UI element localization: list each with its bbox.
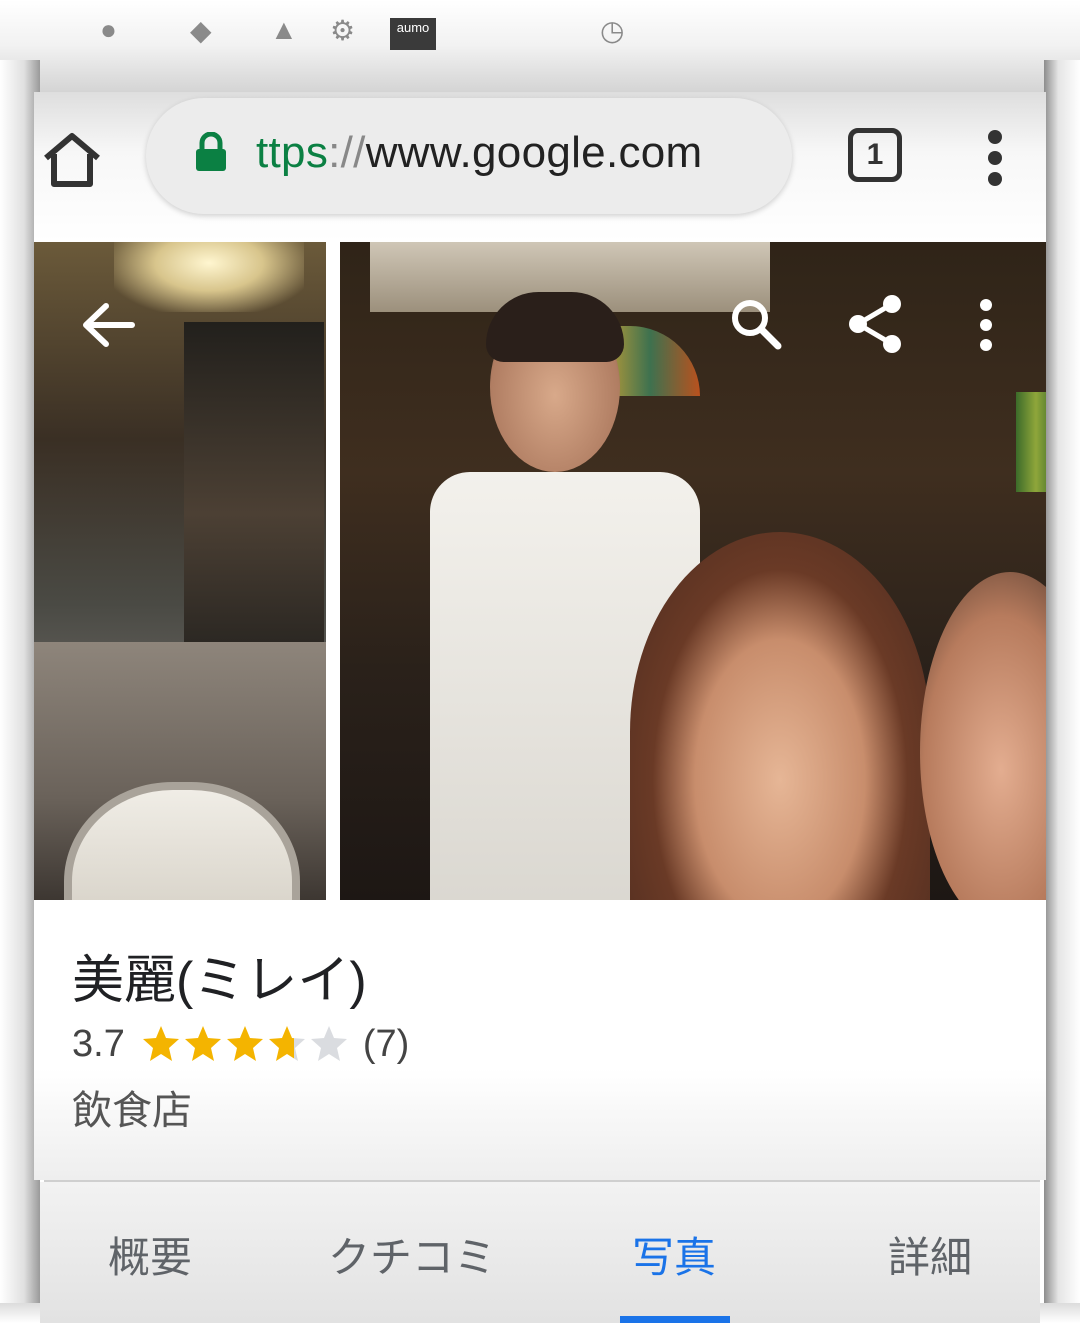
back-arrow-icon [83, 303, 135, 347]
settings-icon: ⚙ [330, 15, 356, 46]
tab-switcher-button[interactable]: 1 [848, 128, 902, 182]
notification-icon: ▲ [270, 14, 298, 45]
url-text: ttps://www.google.com [256, 128, 703, 178]
star-icon [310, 1026, 347, 1061]
tab-reviews[interactable]: クチコミ [328, 1224, 496, 1285]
url-separator: :// [328, 128, 366, 177]
carrier-badge: aumo [390, 18, 436, 50]
more-vert-icon [980, 299, 992, 351]
address-bar[interactable]: ttps://www.google.com [146, 98, 792, 214]
star-rating [141, 1024, 349, 1064]
home-icon [44, 133, 100, 187]
search-icon [732, 300, 782, 350]
more-vert-icon [988, 130, 1002, 144]
lock-icon [194, 131, 228, 172]
tab-overview[interactable]: 概要 [108, 1224, 192, 1285]
place-title: 美麗(ミレイ) [72, 952, 367, 1010]
tab-photos[interactable]: 写真 [632, 1224, 716, 1285]
browser-menu-button[interactable] [980, 126, 1010, 190]
notification-icon: ● [100, 14, 117, 45]
star-icon [268, 1026, 305, 1061]
photo-thumbnail[interactable] [34, 242, 326, 900]
tab-count: 1 [866, 138, 884, 171]
star-icon [226, 1026, 263, 1061]
status-bar: ● ◆ ▲ ⚙ aumo ◷ [60, 6, 1020, 54]
url-host: www.google.com [365, 128, 703, 177]
photo-more-button[interactable] [976, 298, 996, 352]
alarm-icon: ◷ [600, 15, 625, 46]
photo-main[interactable] [340, 242, 1046, 900]
star-icon [184, 1026, 221, 1061]
active-tab-indicator [620, 1316, 730, 1323]
search-button[interactable] [728, 296, 784, 352]
share-button[interactable] [846, 294, 906, 354]
url-scheme: ttps [256, 128, 329, 177]
back-button[interactable] [80, 300, 136, 350]
home-button[interactable] [40, 130, 104, 190]
place-category: 飲食店 [72, 1089, 192, 1133]
notification-icon: ◆ [190, 15, 212, 46]
rating-value: 3.7 [72, 1022, 125, 1065]
share-icon [849, 295, 901, 353]
review-count: (7) [362, 1022, 410, 1065]
tab-details[interactable]: 詳細 [888, 1224, 972, 1285]
star-icon [142, 1026, 179, 1061]
rating-row[interactable]: 3.7 (7) [72, 1018, 409, 1070]
